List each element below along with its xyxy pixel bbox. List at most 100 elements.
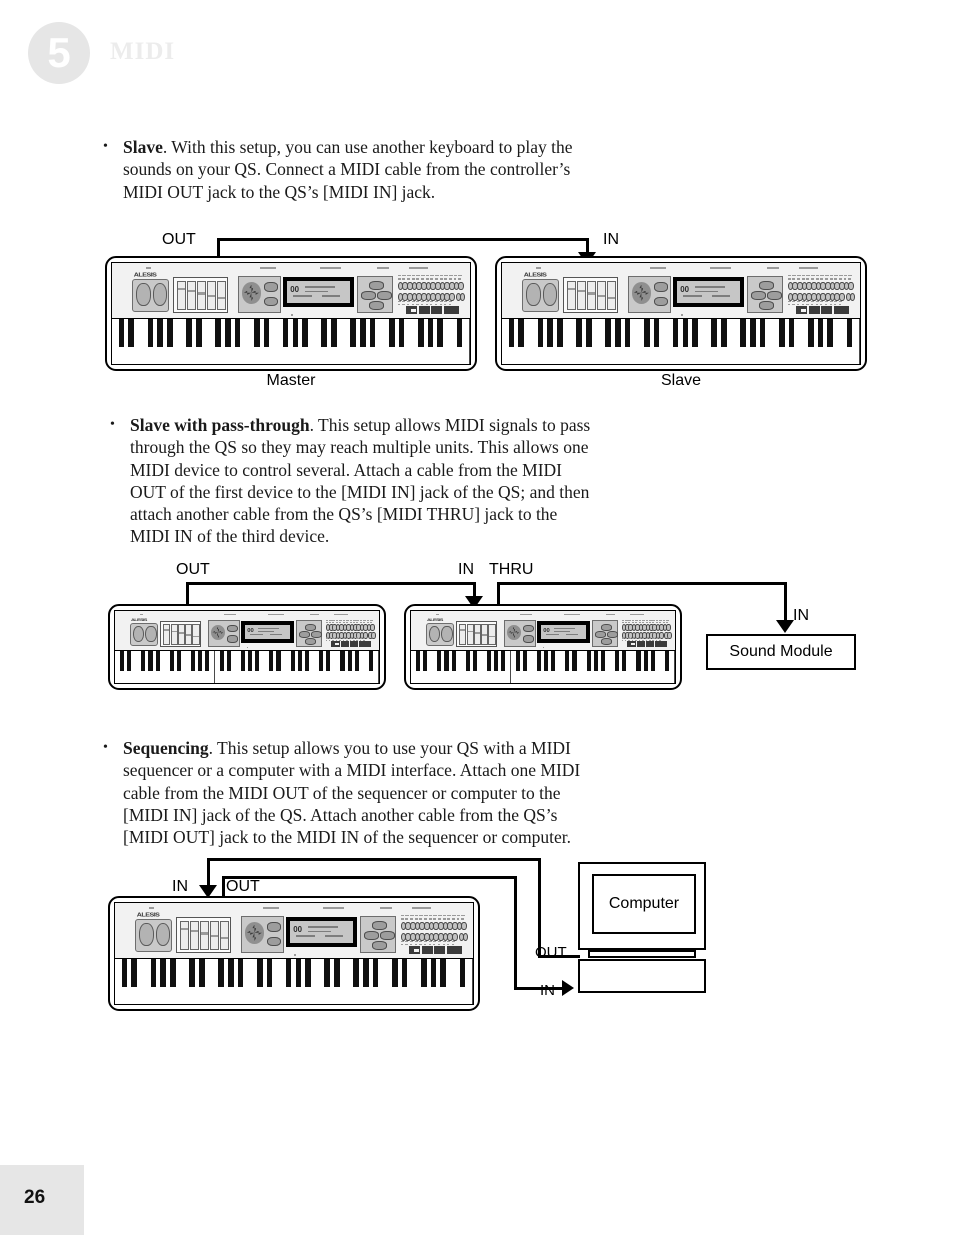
button-silkscreen [363, 621, 366, 623]
button-silkscreen [353, 621, 356, 623]
paragraph-sequencing: • Sequencing. This setup allows you to u… [103, 737, 603, 848]
button-silkscreen [400, 918, 404, 920]
panel-button [654, 296, 669, 307]
button-silkscreen [649, 621, 652, 623]
paragraph-lead: Slave with pass-through [130, 415, 310, 435]
button-silkscreen [825, 301, 829, 303]
button-silkscreen [806, 301, 810, 303]
lcd-text-line [553, 630, 570, 633]
lcd-text-line [257, 628, 280, 630]
pitch-wheel [138, 923, 154, 947]
button-silkscreen [815, 278, 819, 280]
mod-wheel [155, 923, 171, 947]
button-silkscreen [370, 621, 373, 623]
button-silkscreen [834, 301, 838, 303]
button-silkscreen [792, 278, 796, 280]
lcd-display: 00 [241, 621, 295, 644]
button-silkscreen [797, 278, 800, 280]
black-key [807, 318, 814, 347]
slider [209, 920, 219, 951]
button-silkscreen [433, 941, 437, 943]
slider [170, 623, 178, 646]
panel-silkscreen [333, 614, 349, 616]
keyboard-body: ALESIS 00 [114, 902, 474, 1005]
button-silkscreen [363, 619, 366, 621]
lcd-text-line [293, 295, 313, 298]
button-silkscreen [452, 941, 455, 943]
slider-cap [588, 292, 595, 295]
black-key [451, 650, 456, 671]
panel-button [372, 920, 387, 930]
black-key [219, 650, 224, 671]
panel-silkscreen [267, 614, 284, 616]
keyboard-master-label: Master [266, 372, 316, 389]
button-silkscreen [621, 619, 625, 621]
cable-segment [222, 876, 517, 879]
black-key [253, 318, 260, 347]
black-key [350, 318, 356, 347]
slider-cap [474, 632, 480, 635]
slider-cap [207, 294, 215, 298]
button-silkscreen [444, 274, 448, 277]
panel-button [264, 281, 279, 292]
keyboard-body: ALESIS 00 [111, 262, 471, 365]
button-silkscreen [815, 274, 820, 277]
black-key [672, 318, 679, 347]
black-key [326, 650, 331, 671]
lcd-program-number: 00 [293, 925, 303, 935]
button-silkscreen [843, 278, 847, 280]
button-silkscreen [825, 274, 829, 277]
button-silkscreen [787, 274, 792, 277]
panel-button [298, 630, 311, 638]
page-number: 26 [24, 1187, 46, 1208]
button-silkscreen [416, 274, 420, 277]
button-silkscreen [349, 621, 352, 623]
button-silkscreen [456, 918, 460, 920]
program-button [370, 624, 375, 631]
panel-silkscreen [709, 267, 732, 269]
lcd-program-number: 00 [247, 627, 254, 634]
black-key [353, 958, 359, 987]
qs-logo-notch [631, 643, 636, 646]
black-key [537, 318, 544, 347]
panel-button [600, 638, 613, 646]
black-key [368, 650, 373, 671]
slider-bank [160, 621, 201, 648]
black-key [189, 958, 195, 987]
pitch-wheel [525, 283, 541, 307]
panel-button [600, 623, 613, 631]
slider [473, 623, 481, 646]
button-silkscreen [419, 914, 423, 917]
panel-silkscreen [629, 614, 645, 616]
qs-logo-notch [349, 641, 351, 648]
keyboard-body: ALESIS 00 [501, 262, 861, 365]
button-silkscreen [811, 301, 815, 303]
button-silkscreen [645, 638, 648, 640]
diagram1-out-label: OUT [162, 231, 196, 248]
slider-cap [489, 635, 495, 638]
button-silkscreen [339, 638, 342, 640]
black-key [437, 650, 442, 671]
black-key [324, 958, 331, 987]
black-key [131, 958, 138, 987]
paragraph-slave: • Slave. With this setup, you can use an… [103, 136, 573, 203]
slider-cap [607, 297, 615, 300]
button-silkscreen [405, 918, 409, 920]
panel-silkscreen [319, 267, 342, 269]
button-silkscreen [453, 278, 457, 280]
slider-cap [201, 932, 208, 935]
cursor-dpad [210, 624, 226, 641]
cable-arrowhead [776, 620, 794, 633]
cable-segment [217, 238, 589, 241]
black-key [572, 650, 577, 671]
paragraph-lead: Sequencing [123, 738, 209, 758]
button-silkscreen [452, 914, 456, 917]
button-silkscreen [628, 621, 631, 623]
slider [180, 920, 190, 951]
program-button [458, 281, 464, 291]
black-key [711, 318, 718, 347]
button-silkscreen [848, 278, 852, 280]
panel-silkscreen [411, 907, 432, 909]
qs-logo-notch [429, 306, 432, 315]
button-silkscreen [402, 274, 406, 277]
